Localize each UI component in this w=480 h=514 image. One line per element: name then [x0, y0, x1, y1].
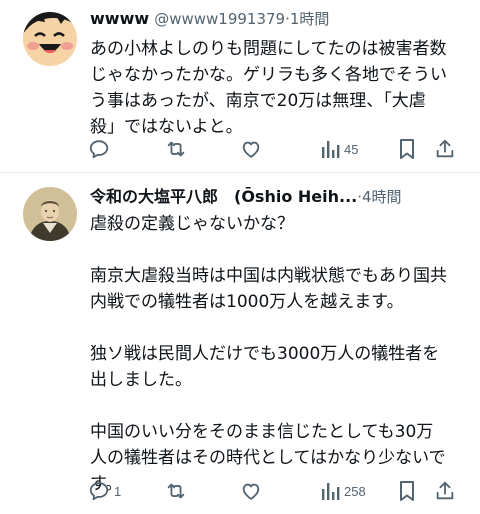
views-button[interactable]: 258: [320, 480, 366, 502]
retweet-button[interactable]: [164, 138, 188, 160]
like-icon: [242, 483, 260, 500]
timestamp[interactable]: 1時間: [290, 10, 330, 28]
text-line: じゃなかったかな。ゲリラも多く各地でそうい: [90, 65, 447, 85]
bookmark-icon: [400, 139, 414, 159]
text-line: 虐殺の定義じゃないかな？: [90, 214, 294, 234]
share-icon: [436, 481, 454, 500]
text-line: 人の犠牲者はその時代としてはかなり少ないで: [90, 448, 446, 468]
reply-button[interactable]: 1: [88, 480, 121, 502]
views-icon: [322, 141, 340, 158]
avatar[interactable]: [23, 187, 77, 241]
like-icon: [242, 141, 260, 158]
timestamp[interactable]: 4時間: [362, 188, 402, 206]
retweet-icon: [167, 483, 185, 499]
text-line: う事はあったが、南京で20万は無理、「大虐: [90, 91, 426, 111]
bookmark-button[interactable]: [398, 138, 416, 160]
reply-icon: [89, 482, 109, 501]
retweet-button[interactable]: [164, 480, 188, 502]
text-line: 出しました。: [90, 370, 192, 390]
display-name[interactable]: 令和の大塩平八郎 (Ōshio Heih...: [90, 187, 357, 206]
tweet-header: wwww @wwww1991379·1時間: [90, 9, 470, 29]
view-count: 45: [344, 141, 359, 157]
tweet-text: あの小林よしのりも問題にしてたのは被害者数 じゃなかったかな。ゲリラも多く各地で…: [90, 36, 470, 140]
display-name[interactable]: wwww: [90, 9, 149, 28]
text-line: あの小林よしのりも問題にしてたのは被害者数: [90, 39, 447, 59]
avatar[interactable]: [23, 12, 77, 66]
text-line: 独ソ戦は民間人だけでも3000万人の犠牲者を: [90, 344, 440, 364]
share-button[interactable]: [434, 138, 456, 160]
action-bar: 45: [88, 138, 460, 160]
reply-count: 1: [114, 483, 122, 499]
reply-icon: [89, 140, 109, 159]
share-icon: [436, 139, 454, 158]
text-line: 南京大虐殺当時は中国は内戦状態でもあり国共: [90, 266, 447, 286]
tweet-1[interactable]: wwww @wwww1991379·1時間 あの小林よしのりも問題にしてたのは被…: [0, 0, 480, 172]
bookmark-icon: [400, 481, 414, 501]
action-bar: 1 258: [88, 480, 460, 502]
bookmark-button[interactable]: [398, 480, 416, 502]
handle[interactable]: @wwww1991379: [154, 10, 285, 28]
views-icon: [322, 483, 340, 500]
retweet-icon: [167, 141, 185, 157]
text-line: 殺」ではないよと。: [90, 117, 243, 137]
text-line: 中国のいい分をそのまま信じたとしても30万: [90, 422, 434, 442]
tweet-2[interactable]: 令和の大塩平八郎 (Ōshio Heih...·4時間 虐殺の定義じゃないかな？…: [0, 173, 480, 514]
share-button[interactable]: [434, 480, 456, 502]
view-count: 258: [344, 483, 366, 499]
like-button[interactable]: [240, 480, 262, 502]
views-button[interactable]: 45: [320, 138, 358, 160]
tweet-text: 虐殺の定義じゃないかな？ 南京大虐殺当時は中国は内戦状態でもあり国共 内戦での犠…: [90, 211, 470, 497]
like-button[interactable]: [240, 138, 262, 160]
text-line: 内戦での犠牲者は1000万人を越えます。: [90, 292, 404, 312]
tweet-header: 令和の大塩平八郎 (Ōshio Heih...·4時間: [90, 187, 470, 207]
reply-thread: wwww @wwww1991379·1時間 あの小林よしのりも問題にしてたのは被…: [0, 0, 480, 514]
reply-button[interactable]: [88, 138, 114, 160]
